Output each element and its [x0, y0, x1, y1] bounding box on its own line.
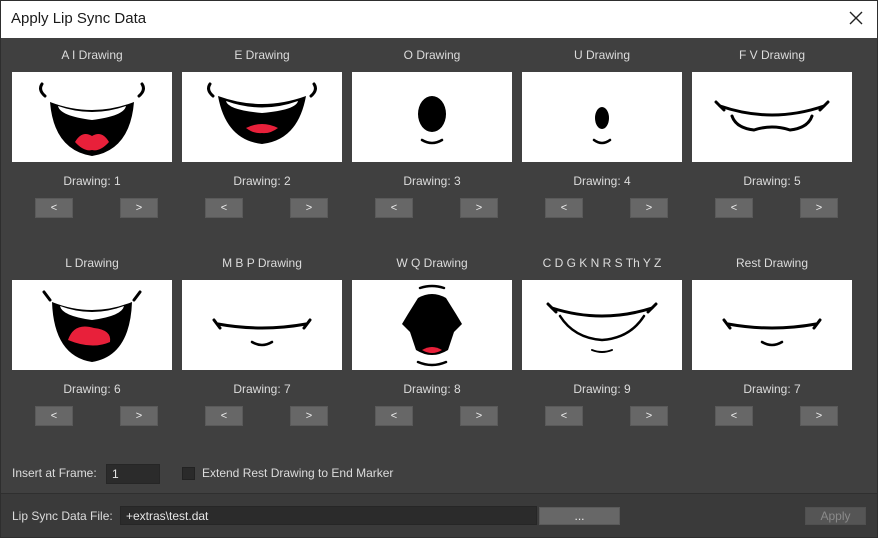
next-drawing-button[interactable]: >	[460, 406, 498, 426]
drawing-number: Drawing: 5	[743, 174, 801, 188]
next-drawing-button[interactable]: >	[120, 406, 158, 426]
drawing-number: Drawing: 6	[63, 382, 121, 396]
next-drawing-button[interactable]: >	[120, 198, 158, 218]
title-bar: Apply Lip Sync Data	[1, 1, 877, 38]
drawing-number: Drawing: 7	[233, 382, 291, 396]
prev-drawing-button[interactable]: <	[375, 406, 413, 426]
prev-drawing-button[interactable]: <	[545, 198, 583, 218]
prev-drawing-button[interactable]: <	[35, 406, 73, 426]
mouth-e-icon	[207, 82, 317, 144]
drawing-number: Drawing: 3	[403, 174, 461, 188]
extend-rest-checkbox[interactable]	[182, 467, 195, 480]
drawing-number: Drawing: 9	[573, 382, 631, 396]
mouth-fv-icon	[714, 100, 830, 132]
mouth-thumbnail-ai[interactable]	[12, 72, 172, 162]
next-drawing-button[interactable]: >	[460, 198, 498, 218]
mouth-thumbnail-cdg[interactable]	[522, 280, 682, 370]
cell-title: C D G K N R S Th Y Z	[542, 256, 662, 270]
dialog-title: Apply Lip Sync Data	[11, 10, 147, 27]
extend-rest-label: Extend Rest Drawing to End Marker	[202, 466, 394, 480]
insert-frame-input[interactable]: 1	[106, 464, 160, 484]
drawing-number: Drawing: 1	[63, 174, 121, 188]
cell-title: W Q Drawing	[396, 256, 468, 270]
mouth-thumbnail-fv[interactable]	[692, 72, 852, 162]
next-drawing-button[interactable]: >	[290, 198, 328, 218]
mouth-u-icon	[592, 107, 612, 145]
mouth-thumbnail-l[interactable]	[12, 280, 172, 370]
browse-button[interactable]: ...	[539, 507, 620, 525]
cell-title: O Drawing	[403, 48, 461, 62]
mouth-thumbnail-mbp[interactable]	[182, 280, 342, 370]
next-drawing-button[interactable]: >	[800, 198, 838, 218]
next-drawing-button[interactable]: >	[630, 198, 668, 218]
mouth-rest-icon	[722, 318, 822, 347]
file-label: Lip Sync Data File:	[12, 509, 113, 523]
prev-drawing-button[interactable]: <	[205, 406, 243, 426]
cell-title: L Drawing	[65, 256, 119, 270]
prev-drawing-button[interactable]: <	[715, 198, 753, 218]
next-drawing-button[interactable]: >	[800, 406, 838, 426]
next-drawing-button[interactable]: >	[290, 406, 328, 426]
prev-drawing-button[interactable]: <	[715, 406, 753, 426]
mouth-thumbnail-rest[interactable]	[692, 280, 852, 370]
prev-drawing-button[interactable]: <	[375, 198, 413, 218]
prev-drawing-button[interactable]: <	[545, 406, 583, 426]
drawing-number: Drawing: 8	[403, 382, 461, 396]
footer-bar: Lip Sync Data File: +extras\test.dat ...…	[1, 494, 877, 537]
cell-title: M B P Drawing	[222, 256, 302, 270]
cell-title: A I Drawing	[61, 48, 123, 62]
drawing-number: Drawing: 2	[233, 174, 291, 188]
mouth-wq-icon	[402, 284, 462, 367]
close-icon[interactable]	[847, 9, 865, 27]
mouth-thumbnail-wq[interactable]	[352, 280, 512, 370]
mouth-cdg-icon	[546, 302, 658, 353]
prev-drawing-button[interactable]: <	[35, 198, 73, 218]
cell-title: U Drawing	[573, 48, 630, 62]
cell-title: Rest Drawing	[735, 256, 809, 270]
file-path-input[interactable]: +extras\test.dat	[120, 506, 537, 525]
apply-lip-sync-dialog: Apply Lip Sync Data A I Drawing Drawing:…	[0, 0, 878, 538]
prev-drawing-button[interactable]: <	[205, 198, 243, 218]
mouth-mbp-icon	[212, 318, 312, 347]
mouth-thumbnail-u[interactable]	[522, 72, 682, 162]
insert-frame-label: Insert at Frame:	[12, 466, 97, 480]
mouth-ai-icon	[39, 82, 145, 156]
apply-button[interactable]: Apply	[805, 507, 866, 525]
cell-title: E Drawing	[234, 48, 290, 62]
mouth-o-icon	[418, 96, 446, 145]
cell-title: F V Drawing	[738, 48, 806, 62]
drawing-number: Drawing: 7	[743, 382, 801, 396]
mouth-thumbnail-e[interactable]	[182, 72, 342, 162]
mouth-thumbnail-o[interactable]	[352, 72, 512, 162]
next-drawing-button[interactable]: >	[630, 406, 668, 426]
drawing-number: Drawing: 4	[573, 174, 631, 188]
mouth-l-icon	[42, 290, 142, 362]
